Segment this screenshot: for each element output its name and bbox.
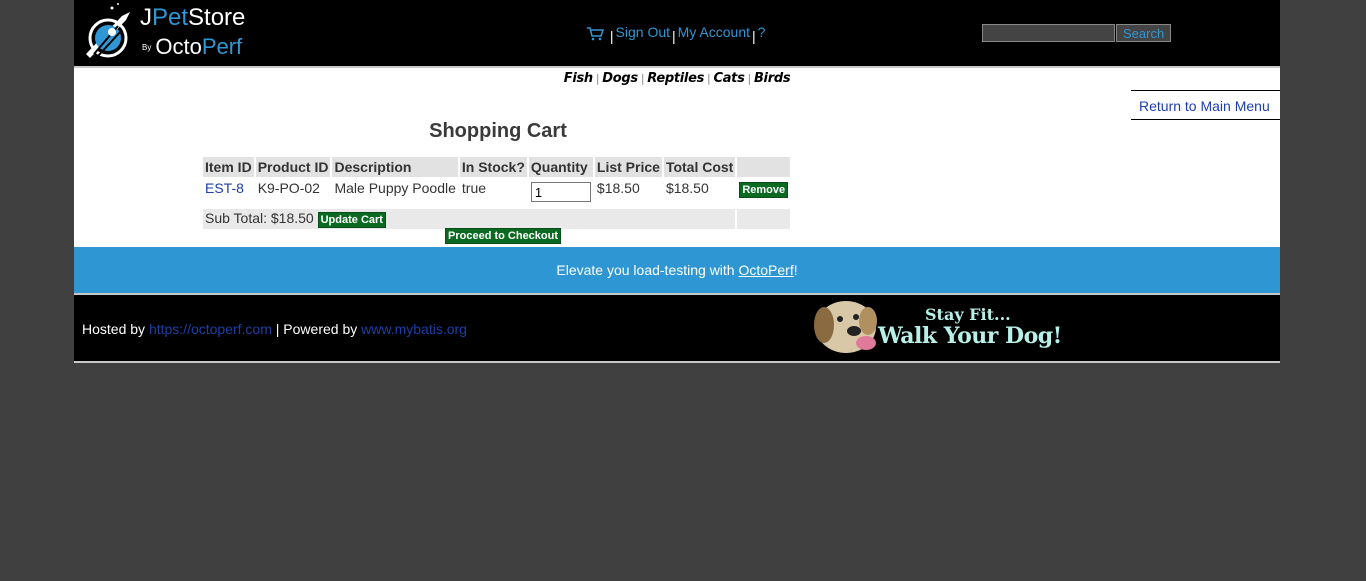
- promo-banner: Elevate you load-testing with OctoPerf!: [74, 247, 1280, 293]
- help-link[interactable]: ?: [758, 24, 766, 40]
- update-cart-button[interactable]: Update Cart: [317, 212, 386, 228]
- col-quantity: Quantity: [528, 157, 593, 177]
- subtotal-empty-cell: [737, 209, 791, 229]
- footer: Hosted by https://octoperf.com | Powered…: [74, 293, 1280, 363]
- banner-text: Elevate you load-testing with: [556, 262, 739, 278]
- quicklink-fish[interactable]: Fish: [564, 71, 593, 86]
- quicklink-separator: |: [707, 72, 711, 85]
- cell-description: Male Puppy Poodle: [332, 179, 458, 207]
- remove-button[interactable]: Remove: [739, 182, 789, 198]
- quicklink-reptiles[interactable]: Reptiles: [647, 71, 704, 86]
- sign-out-link[interactable]: Sign Out: [616, 24, 670, 40]
- return-to-main-menu-link[interactable]: Return to Main Menu: [1131, 90, 1280, 120]
- logo-title: JPetStore: [140, 4, 246, 31]
- cell-total-cost: $18.50: [663, 179, 736, 207]
- page-wrapper: JPetStore By OctoPerf | Sign Out | My Accoun…: [74, 0, 1280, 363]
- header-menu: | Sign Out | My Account |?: [586, 24, 766, 44]
- col-item-id: Item ID: [203, 157, 254, 177]
- cart-table: Item ID Product ID Description In Stock?…: [201, 155, 792, 231]
- hosted-link[interactable]: https://octoperf.com: [149, 321, 272, 337]
- main-content: Fish | Dogs | Reptiles | Cats | Birds Return to …: [74, 68, 1280, 247]
- rocket-logo-icon: [86, 3, 130, 58]
- octoperf-link[interactable]: OctoPerf: [738, 262, 793, 278]
- col-description: Description: [332, 157, 458, 177]
- col-in-stock: In Stock?: [459, 157, 527, 177]
- subtotal-text: Sub Total: $18.50: [205, 210, 314, 226]
- banner-suffix: !: [793, 262, 798, 278]
- footer-text: Hosted by https://octoperf.com | Powered…: [82, 321, 467, 337]
- checkout-wrap: Proceed to Checkout: [445, 226, 562, 244]
- cart-header-row: Item ID Product ID Description In Stock?…: [203, 157, 791, 177]
- cell-in-stock: true: [459, 179, 527, 207]
- cart-title: Shopping Cart: [429, 120, 567, 142]
- quantity-input[interactable]: [530, 182, 591, 202]
- search-form: Search: [982, 24, 1172, 42]
- menu-separator: |: [752, 28, 756, 44]
- col-product-id: Product ID: [255, 157, 331, 177]
- quicklink-separator: |: [640, 72, 645, 85]
- quicklinks: Fish | Dogs | Reptiles | Cats | Birds: [74, 71, 1280, 86]
- quicklink-cats[interactable]: Cats: [713, 71, 744, 86]
- hosted-by-label: Hosted by: [82, 321, 149, 337]
- search-button[interactable]: Search: [1116, 24, 1172, 42]
- slogan-line-2: Walk Your Dog!: [878, 323, 1062, 349]
- logo-subtitle: By OctoPerf: [142, 34, 243, 59]
- cell-list-price: $18.50: [594, 179, 662, 207]
- item-id-link[interactable]: EST-8: [205, 180, 244, 196]
- menu-separator: |: [609, 28, 614, 44]
- quicklink-dogs[interactable]: Dogs: [602, 71, 638, 86]
- col-total-cost: Total Cost: [663, 157, 736, 177]
- quicklink-separator: |: [595, 72, 600, 85]
- col-list-price: List Price: [594, 157, 662, 177]
- header: JPetStore By OctoPerf | Sign Out | My Accoun…: [74, 0, 1280, 68]
- menu-separator: |: [672, 28, 676, 44]
- search-input[interactable]: [982, 24, 1115, 42]
- cell-quantity: [528, 179, 593, 207]
- cell-item-id: EST-8: [203, 179, 254, 207]
- quicklink-birds[interactable]: Birds: [754, 71, 791, 86]
- walk-your-dog-banner: Stay Fit... Walk Your Dog!: [810, 295, 1080, 359]
- cart-icon: [587, 27, 604, 41]
- table-row: EST-8 K9-PO-02 Male Puppy Poodle true $1…: [203, 179, 791, 207]
- cart-link[interactable]: [586, 24, 608, 41]
- proceed-to-checkout-button[interactable]: Proceed to Checkout: [445, 228, 562, 244]
- powered-link[interactable]: www.mybatis.org: [361, 321, 467, 337]
- cell-product-id: K9-PO-02: [255, 179, 331, 207]
- quicklink-separator: |: [747, 72, 752, 85]
- my-account-link[interactable]: My Account: [678, 24, 750, 40]
- cell-remove: Remove: [737, 179, 791, 207]
- slogan-line-1: Stay Fit...: [925, 305, 1011, 324]
- powered-by-label: | Powered by: [271, 321, 362, 337]
- logo-link[interactable]: JPetStore By OctoPerf: [82, 2, 262, 64]
- col-actions: [737, 157, 791, 177]
